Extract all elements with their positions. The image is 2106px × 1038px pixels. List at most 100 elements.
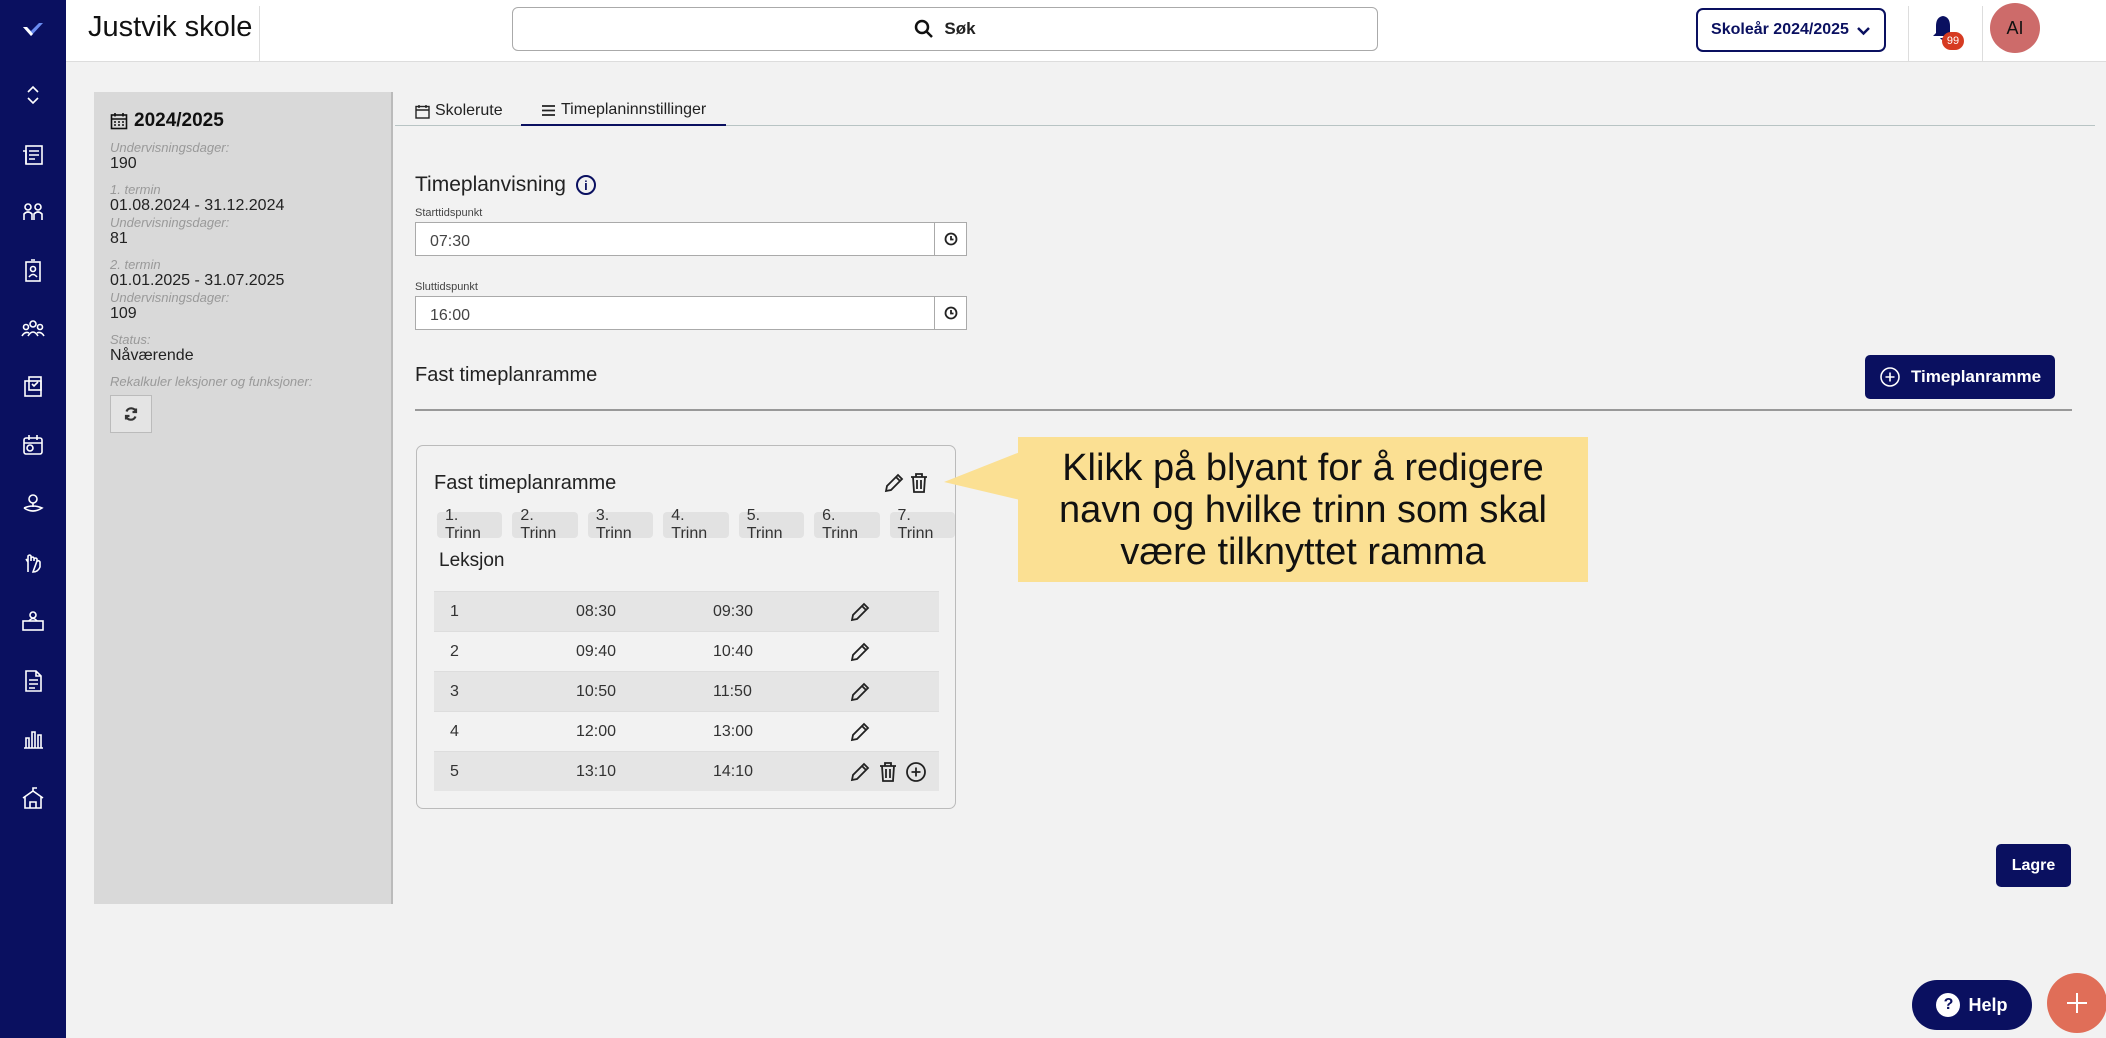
avatar[interactable]: AI	[1990, 3, 2040, 53]
end-time-value[interactable]: 16:00	[416, 297, 934, 329]
list-icon	[542, 104, 555, 116]
document-icon[interactable]	[18, 666, 48, 696]
pencil-icon[interactable]	[849, 681, 871, 703]
term1-label: 1. termin	[110, 182, 161, 197]
divider	[1908, 6, 1909, 62]
lesson-start: 08:30	[576, 603, 617, 620]
plus-circle-icon	[1880, 367, 1900, 387]
plus-circle-icon[interactable]	[905, 761, 927, 783]
save-button[interactable]: Lagre	[1996, 844, 2071, 887]
term2-dates: 01.01.2025 - 31.07.2025	[110, 272, 285, 289]
level-chip: 1. Trinn	[437, 507, 503, 542]
lesson-start: 13:10	[576, 763, 617, 780]
clock-icon[interactable]	[934, 223, 966, 255]
year-summary-panel: 2024/2025 Undervisningsdager: 190 1. ter…	[94, 92, 393, 904]
lesson-start: 10:50	[576, 683, 617, 700]
level-chip: 6. Trinn	[814, 507, 880, 542]
lesson-end: 14:10	[713, 763, 754, 780]
teaching-icon[interactable]	[18, 606, 48, 636]
lesson-end: 10:40	[713, 643, 754, 660]
table-row: 5 13:10 14:10	[434, 751, 939, 791]
lesson-number: 4	[450, 723, 459, 740]
start-time-value[interactable]: 07:30	[416, 223, 934, 255]
search-input[interactable]: Søk	[512, 7, 1378, 51]
add-timeplanramme-label: Timeplanramme	[1910, 367, 2042, 386]
status-value: Nåværende	[110, 347, 194, 364]
level-chips: 1. Trinn 2. Trinn 3. Trinn 4. Trinn 5. T…	[437, 507, 955, 542]
term1-days-value: 81	[110, 230, 128, 247]
calendar-icon	[110, 113, 128, 130]
lesson-start: 12:00	[576, 723, 617, 740]
badge-icon[interactable]	[18, 256, 48, 286]
table-row: 1 08:30 09:30	[434, 591, 939, 631]
status-label: Status:	[110, 332, 151, 347]
sidebar-nav	[0, 0, 66, 1038]
pencil-icon[interactable]	[883, 472, 905, 494]
search-label: Søk	[944, 19, 976, 38]
pencil-icon[interactable]	[849, 721, 871, 743]
lessons-heading: Leksjon	[439, 550, 505, 571]
hand-icon[interactable]	[18, 548, 48, 578]
pencil-icon[interactable]	[849, 641, 871, 663]
school-year-dropdown[interactable]: Skoleår 2024/2025	[1696, 8, 1886, 52]
info-icon[interactable]: i	[575, 175, 596, 195]
tab-skolerute[interactable]: Skolerute	[395, 96, 523, 126]
table-row: 2 09:40 10:40	[434, 631, 939, 671]
help-button[interactable]: ? Help	[1912, 980, 2032, 1030]
teaching-days-label: Undervisningsdager:	[110, 140, 230, 155]
tooltip-callout: Klikk på blyant for å redigere navn og h…	[1018, 437, 1588, 582]
lessons-table: 1 08:30 09:30 2 09:40 10:40 3 10:50 11:5…	[434, 591, 939, 791]
trash-icon[interactable]	[877, 761, 899, 783]
students-icon[interactable]	[18, 198, 48, 228]
tab-label: Timeplaninnstillinger	[561, 101, 707, 118]
schedule-icon[interactable]	[18, 430, 48, 460]
statistics-icon[interactable]	[18, 724, 48, 754]
trash-icon[interactable]	[909, 472, 929, 494]
divider	[415, 409, 2072, 411]
tab-timeplaninnstillinger[interactable]: Timeplaninnstillinger	[521, 96, 727, 126]
table-row: 3 10:50 11:50	[434, 671, 939, 711]
add-timeplanramme-button[interactable]: Timeplanramme	[1865, 355, 2055, 399]
logo-icon[interactable]	[18, 15, 48, 45]
recalculate-label: Rekalkuler leksjoner og funksjoner:	[110, 374, 313, 389]
add-fab-button[interactable]	[2047, 973, 2106, 1033]
pencil-icon[interactable]	[849, 761, 871, 783]
expand-collapse-icon[interactable]	[18, 80, 48, 110]
fast-timeplanramme-heading: Fast timeplanramme	[415, 364, 598, 386]
lesson-end: 11:50	[713, 683, 752, 700]
callout-pointer	[944, 452, 1020, 500]
calendar-icon	[415, 104, 430, 119]
pencil-icon[interactable]	[849, 601, 871, 623]
timeplanvisning-title: Timeplanvisning	[415, 173, 566, 196]
level-chip: 5. Trinn	[738, 507, 805, 542]
lesson-number: 1	[450, 603, 459, 620]
assignments-icon[interactable]	[18, 372, 48, 402]
year-heading: 2024/2025	[110, 110, 375, 132]
settings-tabs: Skolerute Timeplaninnstillinger	[395, 92, 2095, 126]
card-title: Fast timeplanramme	[434, 472, 617, 494]
term1-dates: 01.08.2024 - 31.12.2024	[110, 197, 285, 214]
recalculate-button[interactable]	[110, 395, 152, 433]
news-icon[interactable]	[18, 140, 48, 170]
divider	[259, 6, 260, 62]
end-time-field[interactable]: 16:00	[415, 296, 967, 330]
help-label: Help	[1968, 994, 2008, 1015]
school-icon[interactable]	[18, 784, 48, 814]
teaching-days-value: 190	[110, 155, 137, 172]
lesson-number: 5	[450, 763, 459, 780]
location-icon[interactable]	[18, 488, 48, 518]
timeplanramme-card: Fast timeplanramme 1. Trinn 2. Trinn 3. …	[416, 445, 956, 809]
clock-icon[interactable]	[934, 297, 966, 329]
start-time-field[interactable]: 07:30	[415, 222, 967, 256]
search-icon	[915, 19, 934, 38]
tab-label: Skolerute	[435, 102, 503, 119]
term2-days-value: 109	[110, 305, 137, 322]
lesson-start: 09:40	[576, 643, 617, 660]
year-label: 2024/2025	[134, 110, 224, 131]
plus-icon	[2067, 993, 2087, 1013]
level-chip: 7. Trinn	[889, 507, 955, 542]
divider	[1982, 6, 1983, 62]
lesson-end: 13:00	[713, 723, 754, 740]
groups-icon[interactable]	[18, 314, 48, 344]
lesson-end: 09:30	[713, 603, 754, 620]
